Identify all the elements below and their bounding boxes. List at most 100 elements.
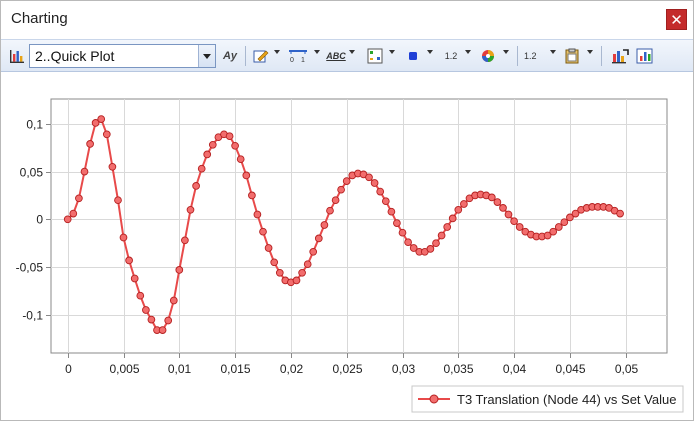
data-point: [314, 234, 323, 243]
data-point: [147, 315, 156, 324]
svg-text:0: 0: [290, 57, 294, 64]
data-point: [181, 236, 189, 245]
plot-selector-dropdown-button[interactable]: [198, 45, 215, 67]
marker-icon[interactable]: [407, 48, 419, 64]
marker-dropdown-arrow[interactable]: [427, 50, 433, 54]
chart-legend: T3 Translation (Node 44) vs Set Value: [411, 385, 684, 413]
data-point: [326, 206, 334, 215]
data-point: [186, 205, 195, 214]
data-point: [270, 258, 279, 267]
text-label-icon[interactable]: ABC: [326, 48, 346, 64]
data-point: [169, 296, 178, 305]
toolbar-separator: [517, 46, 518, 66]
x-tick-label: 0,035: [443, 362, 473, 376]
chart-area: 0 0,005 0,01 0,015 0,02 0,025 0,03 0,035 0,04 0,0…: [1, 73, 693, 420]
data-point: [515, 223, 524, 231]
data-point: [158, 326, 167, 334]
data-point: [381, 197, 390, 206]
data-point: [275, 268, 284, 277]
grid-dropdown-arrow[interactable]: [389, 50, 395, 54]
data-point: [69, 209, 78, 218]
color-palette-icon[interactable]: [481, 48, 495, 64]
svg-text:1: 1: [301, 57, 305, 64]
font-style-icon[interactable]: Ay: [221, 48, 239, 64]
data-point: [554, 223, 563, 231]
data-point: [549, 227, 558, 236]
data-point: [404, 238, 412, 247]
data-point: [80, 167, 89, 176]
plot-area: [50, 98, 668, 354]
data-point: [493, 198, 502, 206]
plot-selector[interactable]: 2..Quick Plot: [29, 44, 216, 68]
clipboard-icon[interactable]: [564, 48, 580, 64]
properties-chart-icon[interactable]: [636, 48, 654, 64]
data-point: [102, 130, 111, 139]
cursor-dropdown-arrow[interactable]: [550, 50, 556, 54]
data-point: [448, 214, 457, 223]
y-tick-label: -0,1: [22, 309, 43, 323]
plot-selector-value: 2..Quick Plot: [35, 48, 115, 64]
data-point: [114, 196, 122, 205]
data-point: [370, 179, 379, 187]
data-point: [248, 191, 256, 200]
data-point: [197, 164, 206, 173]
data-point: [303, 260, 312, 269]
data-point: [86, 140, 94, 148]
x-tick-label: 0,05: [615, 362, 639, 376]
data-label-dropdown-arrow[interactable]: [465, 50, 471, 54]
data-point: [125, 256, 133, 265]
title-bar: Charting ✕: [1, 1, 693, 38]
x-tick-label: 0,025: [332, 362, 362, 376]
bar-chart-icon[interactable]: [9, 48, 25, 64]
data-point: [236, 155, 245, 164]
charting-window: Charting ✕ 2..Quick Plot Ay 01 ABC 1.2 1…: [0, 0, 694, 421]
data-point: [208, 140, 217, 149]
x-tick-label: 0,005: [109, 362, 139, 376]
y-tick-label: 0,05: [20, 166, 44, 180]
data-point: [264, 244, 273, 252]
data-point: [437, 231, 446, 240]
data-label-icon[interactable]: 1.2: [442, 48, 460, 64]
edit-dropdown-arrow[interactable]: [274, 50, 280, 54]
toolbar-separator: [601, 46, 602, 66]
data-point: [130, 274, 139, 283]
data-point: [560, 218, 569, 227]
data-point: [499, 204, 507, 212]
data-point: [337, 185, 345, 194]
data-point: [331, 196, 340, 205]
data-point: [119, 233, 128, 242]
y-tick-label: 0: [36, 213, 43, 227]
data-point: [616, 209, 624, 218]
axis-dropdown-arrow[interactable]: [314, 50, 320, 54]
x-tick-label: 0,015: [220, 362, 250, 376]
cursor-icon[interactable]: 1.2: [524, 48, 544, 64]
data-point: [365, 173, 373, 182]
x-tick-label: 0,04: [503, 362, 527, 376]
chart-toolbar: 2..Quick Plot Ay 01 ABC 1.2 1.2: [1, 39, 693, 72]
clipboard-dropdown-arrow[interactable]: [587, 50, 593, 54]
color-dropdown-arrow[interactable]: [503, 50, 509, 54]
axis-range-icon[interactable]: 01: [288, 48, 308, 64]
data-point: [510, 217, 518, 226]
grid-icon[interactable]: [367, 48, 383, 64]
data-point: [292, 276, 301, 285]
edit-pen-icon[interactable]: [253, 48, 269, 64]
data-point: [460, 200, 468, 208]
x-tick-label: 0: [65, 362, 72, 376]
export-chart-icon[interactable]: [611, 48, 629, 64]
data-point: [253, 210, 262, 219]
close-button[interactable]: ✕: [666, 9, 687, 30]
data-point: [142, 306, 150, 314]
data-point: [63, 215, 72, 224]
data-point: [487, 193, 496, 202]
y-tick-label: 0,1: [26, 118, 43, 132]
y-tick-label: -0,05: [16, 261, 44, 275]
data-point: [504, 210, 513, 219]
window-title: Charting: [11, 10, 68, 27]
data-point: [320, 221, 329, 229]
x-tick-label: 0,01: [168, 362, 192, 376]
data-point: [259, 227, 267, 236]
data-point: [203, 150, 212, 159]
text-label-dropdown-arrow[interactable]: [349, 50, 355, 54]
data-point: [393, 219, 401, 227]
